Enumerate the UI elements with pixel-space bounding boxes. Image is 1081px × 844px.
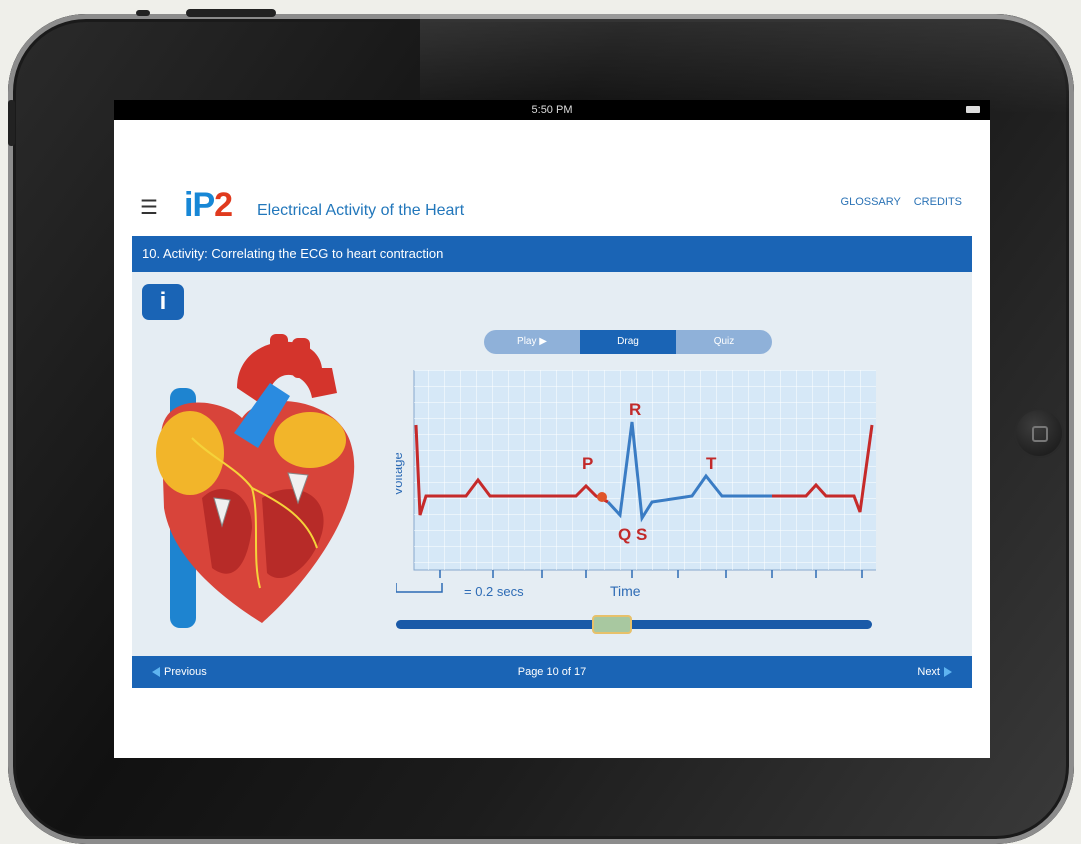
home-button[interactable] [1016,410,1062,456]
activity-panel: i Play ▶ Drag Quiz Voltage P R Q S T = 0… [132,272,972,656]
section-title: 10. Activity: Correlating the ECG to hea… [142,246,444,261]
menu-icon[interactable]: ☰ [140,198,158,218]
wave-label-t: T [706,454,717,473]
scale-bracket [396,583,443,593]
wave-label-s: S [636,525,647,544]
top-links: GLOSSARY CREDITS [831,196,962,208]
wave-label-p: P [582,454,593,473]
side-switch [8,100,15,146]
heart-illustration [156,334,355,628]
previous-button[interactable]: Previous [152,656,207,688]
page-navigation: Page 10 of 17 Previous Next [132,656,972,688]
tab-quiz[interactable]: Quiz [676,330,772,354]
ecg-y-label: Voltage [396,452,405,495]
credits-link[interactable]: CREDITS [914,196,962,208]
tab-drag[interactable]: Drag [580,330,676,354]
glossary-link[interactable]: GLOSSARY [841,196,901,208]
section-title-bar: 10. Activity: Correlating the ECG to hea… [132,236,972,272]
battery-icon [966,106,980,113]
app-logo: iP2 [184,186,233,224]
info-button[interactable]: i [142,284,184,320]
wave-label-q: Q [618,525,631,544]
ecg-chart: Voltage P R Q S T = 0.2 secs Time [396,370,876,634]
tablet-screen: 5:50 PM ☰ iP2 Electrical Activity of the… [114,100,990,758]
ecg-drag-handle[interactable] [597,492,607,502]
wave-label-r: R [629,400,641,419]
tab-play[interactable]: Play ▶ [484,330,580,354]
time-slider-track[interactable] [396,620,872,629]
time-ticks [439,570,863,578]
app-title: Electrical Activity of the Heart [257,202,465,219]
status-time: 5:50 PM [531,104,573,116]
time-slider-thumb[interactable] [592,615,632,634]
arrow-right-icon [944,667,952,678]
mode-tabs: Play ▶ Drag Quiz [484,330,772,354]
status-bar: 5:50 PM [114,100,990,120]
arrow-left-icon [152,667,160,678]
ecg-x-label: Time [610,583,641,599]
next-button[interactable]: Next [917,656,952,688]
app-header: ☰ iP2 Electrical Activity of the Heart G… [114,120,990,224]
page-indicator: Page 10 of 17 [517,666,587,678]
home-square-icon [1032,426,1048,442]
power-button [186,9,276,17]
scale-label: = 0.2 secs [464,584,524,599]
top-button [136,10,150,16]
